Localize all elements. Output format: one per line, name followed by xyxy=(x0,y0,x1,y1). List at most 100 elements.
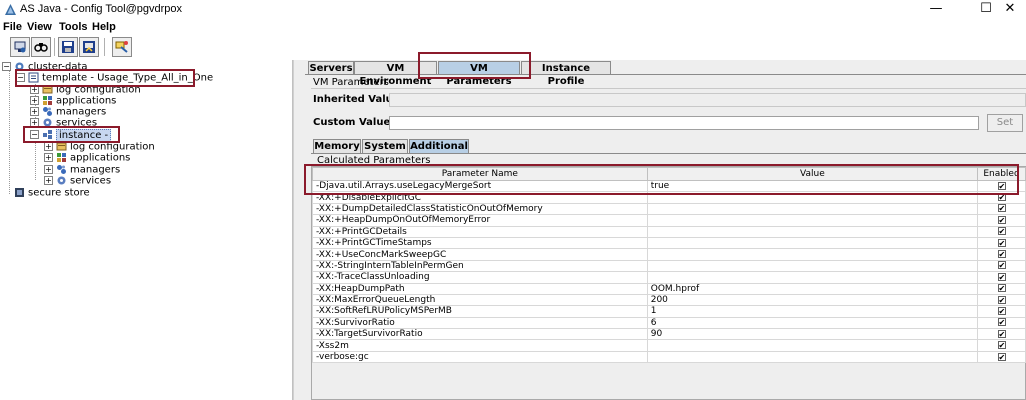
menu-view[interactable]: View xyxy=(27,21,52,33)
custom-value-field[interactable] xyxy=(389,116,979,130)
parameter-value-cell[interactable]: 6 xyxy=(646,316,979,330)
table-row[interactable]: -XX:+PrintGCDetails ✔ xyxy=(312,225,1026,238)
enabled-checkbox[interactable]: ✔ xyxy=(997,193,1006,202)
table-row[interactable]: -XX:+DisableExplicitGC ✔ xyxy=(312,191,1026,204)
enabled-checkbox[interactable]: ✔ xyxy=(997,329,1006,338)
tree-node-instance-services[interactable]: + services xyxy=(44,175,111,187)
enabled-checkbox[interactable]: ✔ xyxy=(997,352,1006,361)
connect-button[interactable] xyxy=(10,37,30,57)
close-button[interactable]: ✕ xyxy=(993,0,1026,20)
tree-node-instance-applications[interactable]: + applications xyxy=(44,152,130,164)
table-row[interactable]: -XX:+PrintGCTimeStamps ✔ xyxy=(312,236,1026,250)
export-button[interactable] xyxy=(79,37,99,57)
parameter-value-cell[interactable] xyxy=(646,236,979,250)
tree-node-instance[interactable]: − instance - xyxy=(30,128,112,142)
menu-help[interactable]: Help xyxy=(92,21,116,33)
parameter-name-cell[interactable]: -Xss2m xyxy=(312,339,648,352)
expand-toggle[interactable]: + xyxy=(30,107,39,116)
tab-servers[interactable]: Servers xyxy=(308,61,354,75)
expand-toggle[interactable]: + xyxy=(30,85,39,94)
parameter-name-cell[interactable]: -XX:+PrintGCDetails xyxy=(312,225,648,238)
table-row[interactable]: -XX:+UseConcMarkSweepGC ✔ xyxy=(312,248,1026,261)
parameter-value-cell[interactable]: 200 xyxy=(646,293,979,307)
parameter-name-cell[interactable]: -XX:TargetSurvivorRatio xyxy=(312,328,648,341)
parameter-name-cell[interactable]: -Djava.util.Arrays.useLegacyMergeSort xyxy=(312,179,648,193)
table-row[interactable]: -XX:TargetSurvivorRatio 90 ✔ xyxy=(312,328,1026,341)
parameter-name-cell[interactable]: -XX:+UseConcMarkSweepGC xyxy=(312,248,648,261)
expand-toggle[interactable]: + xyxy=(30,118,39,127)
save-button[interactable] xyxy=(58,37,78,57)
table-row[interactable]: -Djava.util.Arrays.useLegacyMergeSort tru… xyxy=(312,179,1026,193)
parameter-value-cell[interactable]: 1 xyxy=(646,305,979,318)
expand-toggle[interactable]: + xyxy=(44,176,53,185)
parameter-name-cell[interactable]: -XX:+PrintGCTimeStamps xyxy=(312,236,648,250)
table-row[interactable]: -XX:SoftRefLRUPolicyMSPerMB 1 ✔ xyxy=(312,305,1026,318)
parameter-name-cell[interactable]: -XX:-TraceClassUnloading xyxy=(312,271,648,284)
enabled-checkbox[interactable]: ✔ xyxy=(997,284,1006,293)
table-row[interactable]: -verbose:gc ✔ xyxy=(312,350,1026,364)
subtab-additional[interactable]: Additional xyxy=(409,139,469,153)
enabled-checkbox[interactable]: ✔ xyxy=(997,306,1006,315)
parameter-value-cell[interactable] xyxy=(646,191,979,204)
enabled-checkbox[interactable]: ✔ xyxy=(997,250,1006,259)
menu-file[interactable]: File xyxy=(3,21,22,33)
table-row[interactable]: -XX:-StringInternTableInPermGen ✔ xyxy=(312,259,1026,273)
parameter-name-cell[interactable]: -XX:+HeapDumpOnOutOfMemoryError xyxy=(312,214,648,227)
parameter-value-cell[interactable] xyxy=(646,214,979,227)
parameter-name-cell[interactable]: -XX:+DisableExplicitGC xyxy=(312,191,648,204)
expand-toggle[interactable]: + xyxy=(44,153,53,162)
tab-instance-profile[interactable]: Instance Profile xyxy=(521,61,611,87)
parameter-name-cell[interactable]: -verbose:gc xyxy=(312,350,648,364)
parameter-name-cell[interactable]: -XX:MaxErrorQueueLength xyxy=(312,293,648,307)
enabled-checkbox[interactable]: ✔ xyxy=(997,204,1006,213)
tree-node-secure-store[interactable]: secure store xyxy=(14,187,90,199)
tab-vm-parameters[interactable]: VM Parameters xyxy=(438,61,520,87)
enabled-checkbox[interactable]: ✔ xyxy=(997,181,1006,190)
enabled-checkbox[interactable]: ✔ xyxy=(997,261,1006,270)
enabled-checkbox[interactable]: ✔ xyxy=(997,227,1006,236)
collapse-toggle[interactable]: − xyxy=(16,73,25,82)
table-row[interactable]: -XX:+DumpDetailedClassStatisticOnOutOfMe… xyxy=(312,202,1026,216)
expand-toggle[interactable]: + xyxy=(30,96,39,105)
parameter-name-cell[interactable]: -XX:SoftRefLRUPolicyMSPerMB xyxy=(312,305,648,318)
table-row[interactable]: -XX:HeapDumpPath OOM.hprof ✔ xyxy=(312,282,1026,295)
parameter-value-cell[interactable]: true xyxy=(646,179,979,193)
enabled-checkbox[interactable]: ✔ xyxy=(997,341,1006,350)
expand-toggle[interactable]: + xyxy=(44,142,53,151)
parameter-value-cell[interactable] xyxy=(646,350,979,364)
subtab-system[interactable]: System xyxy=(362,139,408,153)
parameter-value-cell[interactable] xyxy=(646,225,979,238)
parameter-value-cell[interactable] xyxy=(646,339,979,352)
enabled-checkbox[interactable]: ✔ xyxy=(997,215,1006,224)
table-row[interactable]: -XX:MaxErrorQueueLength 200 ✔ xyxy=(312,293,1026,307)
enabled-checkbox[interactable]: ✔ xyxy=(997,318,1006,327)
enabled-checkbox[interactable]: ✔ xyxy=(997,272,1006,281)
parameter-name-cell[interactable]: -XX:+DumpDetailedClassStatisticOnOutOfMe… xyxy=(312,202,648,216)
table-row[interactable]: -XX:+HeapDumpOnOutOfMemoryError ✔ xyxy=(312,214,1026,227)
column-header-parameter-name[interactable]: Parameter Name xyxy=(312,167,648,181)
table-row[interactable]: -XX:-TraceClassUnloading ✔ xyxy=(312,271,1026,284)
enabled-checkbox[interactable]: ✔ xyxy=(997,295,1006,304)
menu-tools[interactable]: Tools xyxy=(59,21,88,33)
column-header-enabled[interactable]: Enabled xyxy=(977,167,1026,181)
parameter-value-cell[interactable] xyxy=(646,271,979,284)
expand-toggle[interactable]: + xyxy=(44,165,53,174)
enabled-checkbox[interactable]: ✔ xyxy=(997,238,1006,247)
minimize-button[interactable]: — xyxy=(919,0,953,20)
parameter-name-cell[interactable]: -XX:SurvivorRatio xyxy=(312,316,648,330)
column-header-value[interactable]: Value xyxy=(646,167,979,181)
switch-mode-button[interactable] xyxy=(112,37,132,57)
set-button[interactable]: Set xyxy=(987,114,1023,132)
tab-vm-environment[interactable]: VM Environment xyxy=(354,61,437,87)
tree-node-services[interactable]: + services xyxy=(30,117,97,129)
search-button[interactable] xyxy=(31,37,51,57)
tree-node-template[interactable]: − template - Usage_Type_All_in_One xyxy=(16,72,213,84)
parameter-value-cell[interactable]: 90 xyxy=(646,328,979,341)
parameter-value-cell[interactable]: OOM.hprof xyxy=(646,282,979,295)
table-row[interactable]: -Xss2m ✔ xyxy=(312,339,1026,352)
parameter-name-cell[interactable]: -XX:-StringInternTableInPermGen xyxy=(312,259,648,273)
collapse-toggle[interactable]: − xyxy=(2,62,11,71)
pane-splitter[interactable] xyxy=(293,60,303,400)
parameter-value-cell[interactable] xyxy=(646,248,979,261)
parameter-name-cell[interactable]: -XX:HeapDumpPath xyxy=(312,282,648,295)
